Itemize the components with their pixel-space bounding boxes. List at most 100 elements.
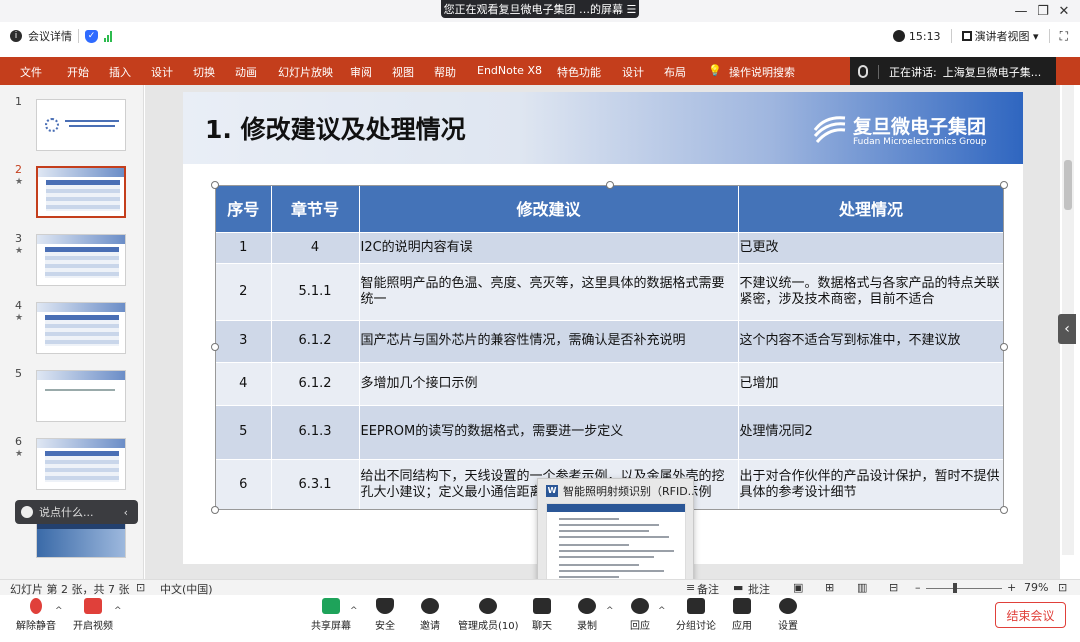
table-cell[interactable]: 3 (216, 319, 272, 362)
taskbar-window-preview[interactable]: W 智能照明射频识别（RFID... (537, 478, 698, 588)
table-cell[interactable]: 4 (216, 361, 272, 405)
table-cell[interactable]: 6.1.3 (271, 404, 360, 459)
react-button[interactable]: 回应 (630, 598, 650, 632)
zoom-out-icon[interactable]: – (915, 581, 921, 594)
close-icon[interactable]: ✕ (1055, 4, 1073, 19)
chevron-left-icon[interactable]: ‹ (124, 506, 128, 519)
ribbon-tab-table-design[interactable]: 设计 (622, 64, 644, 80)
presenter-view-button[interactable]: 演讲者视图 ▾ (961, 28, 1039, 44)
table-cell[interactable]: 2 (216, 262, 272, 320)
table-cell[interactable]: 出于对合作伙伴的产品设计保护，暂时不提供具体的参考设计细节 (738, 458, 1005, 510)
table-row[interactable]: 5 6.1.3 EEPROM的读写的数据格式，需要进一步定义 处理情况同2 (216, 404, 1005, 459)
info-icon[interactable]: i (10, 30, 22, 42)
zoom-level[interactable]: 79% (1024, 581, 1048, 594)
comments-button[interactable]: 批注 (748, 581, 770, 597)
zoom-in-icon[interactable]: + (1007, 581, 1016, 594)
resize-handle[interactable] (1000, 181, 1008, 189)
security-shield-icon[interactable]: ✓ (85, 29, 98, 43)
resize-handle[interactable] (606, 181, 614, 189)
fullscreen-icon[interactable]: ⛶ (1060, 29, 1068, 44)
apps-button[interactable]: 应用 (732, 598, 752, 632)
table-cell[interactable]: 1 (216, 231, 272, 263)
screen-share-banner[interactable]: 您正在观看复旦微电子集团 …的屏幕 ☰ (441, 0, 639, 18)
thumbnail-slide-5[interactable] (36, 370, 126, 422)
table-cell[interactable]: 这个内容不适合写到标准中，不建议放 (738, 319, 1005, 362)
normal-view-icon[interactable]: ▣ (793, 581, 803, 594)
chevron-up-icon[interactable]: ^ (658, 606, 666, 616)
breakout-rooms-button[interactable]: 分组讨论 (676, 598, 716, 632)
resize-handle[interactable] (211, 181, 219, 189)
table-cell[interactable]: 4 (271, 231, 360, 263)
ribbon-tab-transitions[interactable]: 切换 (193, 64, 215, 80)
slide-title[interactable]: 1. 修改建议及处理情况 (205, 110, 466, 146)
table-row[interactable]: 2 5.1.1 智能照明产品的色温、亮度、亮灭等，这里具体的数据格式需要统一 不… (216, 262, 1005, 320)
reading-view-icon[interactable]: ▥ (857, 581, 867, 594)
zoom-slider-knob[interactable] (953, 583, 958, 593)
ribbon-tab-layout[interactable]: 布局 (664, 64, 686, 80)
invite-button[interactable]: 邀请 (420, 598, 440, 632)
settings-button[interactable]: 设置 (778, 598, 798, 632)
zoom-slider[interactable] (926, 588, 1002, 589)
ribbon-tab-insert[interactable]: 插入 (109, 64, 131, 80)
table-row[interactable]: 1 4 I2C的说明内容有误 已更改 (216, 231, 1005, 263)
record-button[interactable]: 录制 (577, 598, 597, 632)
slide-sorter-icon[interactable]: ⊞ (825, 581, 834, 594)
chevron-up-icon[interactable]: ^ (606, 606, 614, 616)
table-cell[interactable]: 已更改 (738, 231, 1005, 263)
chevron-up-icon[interactable]: ^ (55, 606, 63, 616)
table-cell[interactable]: 6.1.2 (271, 361, 360, 405)
share-screen-button[interactable]: 共享屏幕 (311, 598, 351, 632)
restore-icon[interactable]: ❐ (1034, 4, 1052, 19)
chat-button[interactable]: 聊天 (532, 598, 552, 632)
thumbnail-slide-2[interactable] (36, 166, 126, 218)
chevron-up-icon[interactable]: ^ (350, 606, 358, 616)
slideshow-icon[interactable]: ⊟ (889, 581, 898, 594)
ribbon-tab-endnote[interactable]: EndNote X8 (477, 64, 542, 77)
table-cell[interactable]: I2C的说明内容有误 (359, 231, 739, 263)
ribbon-tab-design[interactable]: 设计 (151, 64, 173, 80)
table-cell[interactable]: 6.3.1 (271, 458, 360, 510)
resize-handle[interactable] (211, 343, 219, 351)
ribbon-tab-view[interactable]: 视图 (392, 64, 414, 80)
ribbon-tab-help[interactable]: 帮助 (434, 64, 456, 80)
table-cell[interactable]: 不建议统一。数据格式与各家产品的特点关联紧密，涉及技术商密，目前不适合 (738, 262, 1005, 320)
notes-button[interactable]: 备注 (697, 581, 719, 597)
ribbon-tab-features[interactable]: 特色功能 (557, 64, 601, 80)
table-cell[interactable]: 智能照明产品的色温、亮度、亮灭等，这里具体的数据格式需要统一 (359, 262, 739, 320)
thumbnail-slide-6[interactable] (36, 438, 126, 490)
network-signal-icon[interactable] (104, 30, 112, 42)
resize-handle[interactable] (1000, 343, 1008, 351)
accessibility-icon[interactable]: ⊡ (136, 581, 145, 594)
security-button[interactable]: 安全 (375, 598, 395, 632)
notes-icon[interactable]: ≡ (686, 581, 695, 594)
end-meeting-button[interactable]: 结束会议 (995, 602, 1066, 628)
ribbon-tab-review[interactable]: 审阅 (350, 64, 372, 80)
table-cell[interactable]: EEPROM的读写的数据格式，需要进一步定义 (359, 404, 739, 459)
comments-icon[interactable]: ▬ (733, 581, 743, 594)
unmute-button[interactable]: 解除静音 (16, 598, 56, 632)
thumbnail-slide-3[interactable] (36, 234, 126, 286)
start-video-button[interactable]: 开启视频 (73, 598, 113, 632)
collapse-panel-chevron-icon[interactable]: ‹ (1058, 314, 1076, 344)
table-cell[interactable]: 5 (216, 404, 272, 459)
emoji-icon[interactable] (21, 506, 33, 518)
resize-handle[interactable] (211, 506, 219, 514)
fit-to-window-icon[interactable]: ⊡ (1058, 581, 1067, 594)
manage-members-button[interactable]: 管理成员(10) (458, 598, 519, 632)
table-cell[interactable]: 国产芯片与国外芯片的兼容性情况，需确认是否补充说明 (359, 319, 739, 362)
scrollbar-thumb[interactable] (1064, 160, 1072, 210)
table-cell[interactable]: 5.1.1 (271, 262, 360, 320)
thumbnail-slide-4[interactable] (36, 302, 126, 354)
ribbon-tab-animations[interactable]: 动画 (235, 64, 257, 80)
language-indicator[interactable]: 中文(中国) (160, 581, 213, 597)
table-cell[interactable]: 6 (216, 458, 272, 510)
resize-handle[interactable] (1000, 506, 1008, 514)
ribbon-tab-slideshow[interactable]: 幻灯片放映 (278, 64, 333, 80)
meeting-info-button[interactable]: 会议详情 (28, 28, 72, 44)
tell-me-search[interactable]: 操作说明搜索 (729, 64, 795, 80)
ribbon-tab-file[interactable]: 文件 (20, 64, 42, 80)
table-cell[interactable]: 6.1.2 (271, 319, 360, 362)
chevron-up-icon[interactable]: ^ (114, 606, 122, 616)
minimize-icon[interactable]: — (1012, 4, 1030, 19)
table-row[interactable]: 3 6.1.2 国产芯片与国外芯片的兼容性情况，需确认是否补充说明 这个内容不适… (216, 319, 1005, 362)
